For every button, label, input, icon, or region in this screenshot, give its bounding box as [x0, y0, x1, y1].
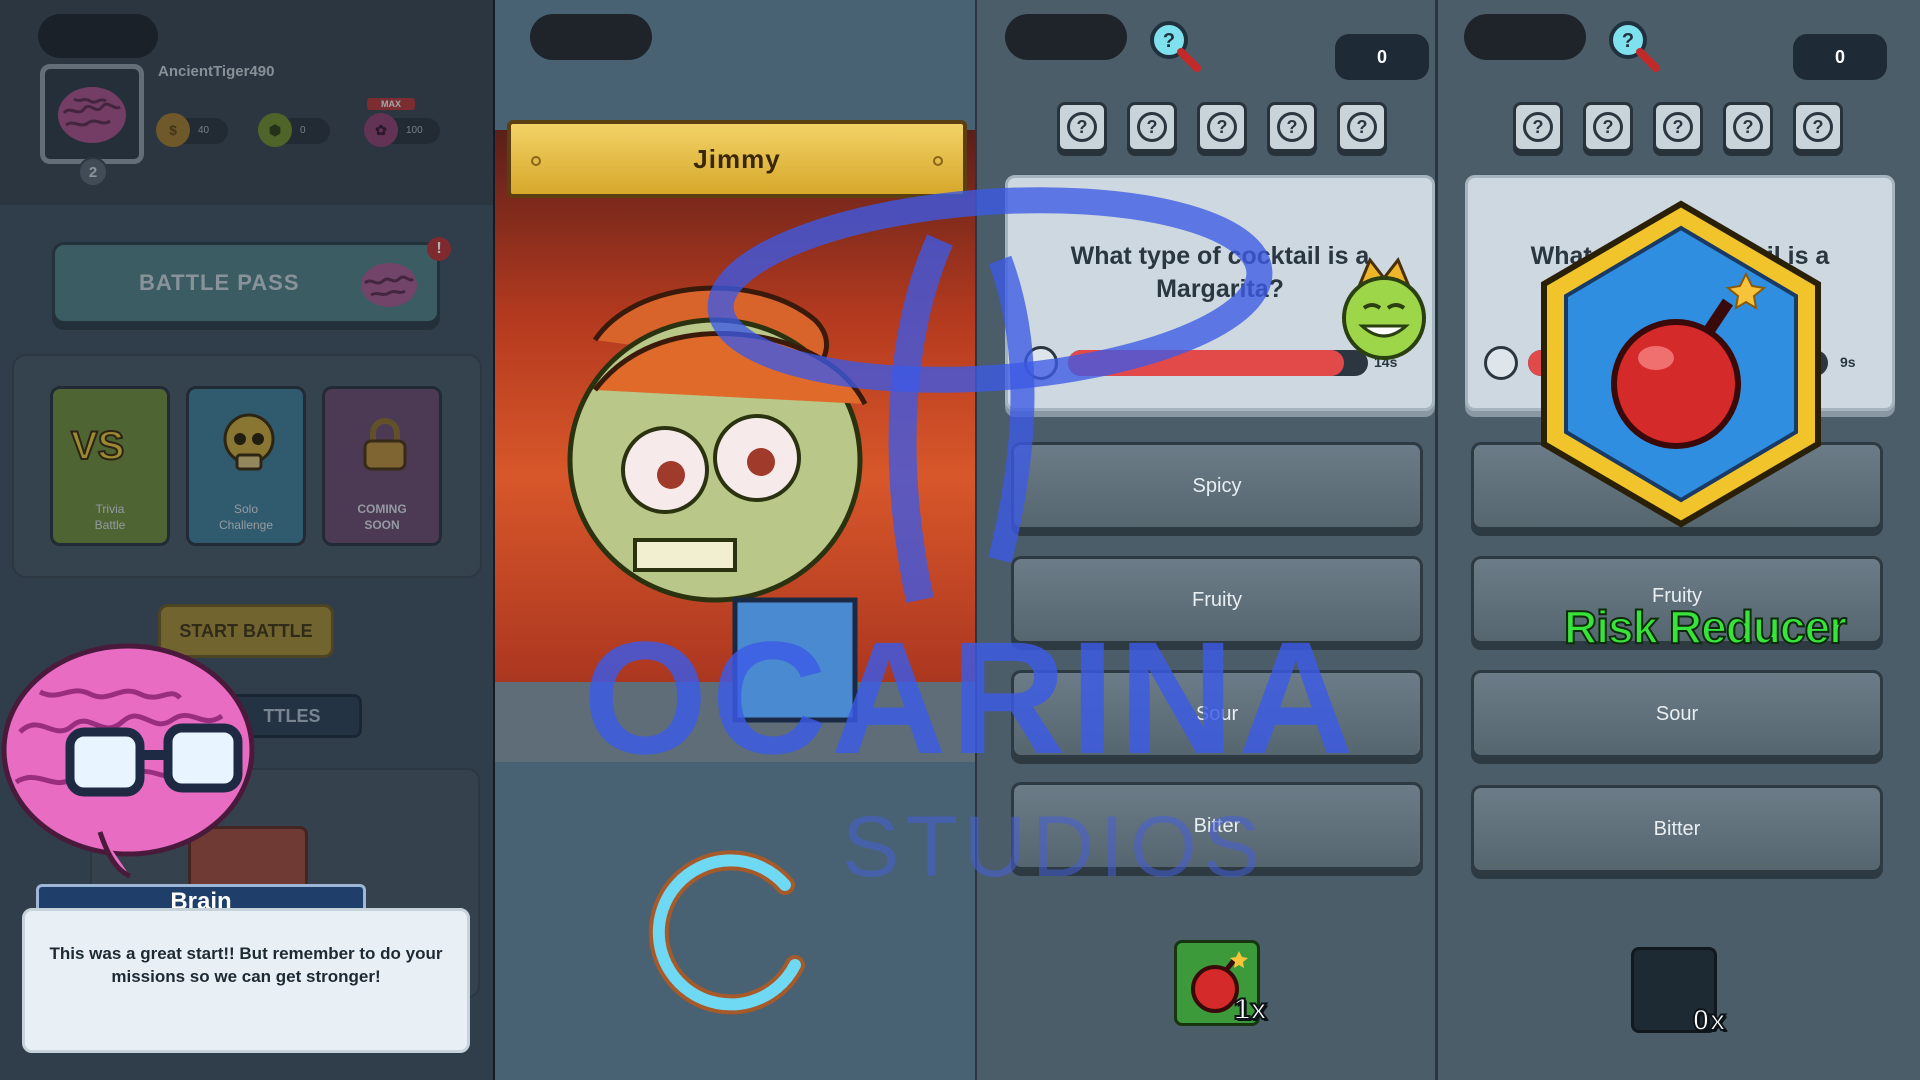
- character-intro-panel: Jimmy: [495, 0, 975, 1080]
- battle-pass-label: BATTLE PASS: [139, 270, 300, 295]
- brain-character-icon: [1, 643, 255, 879]
- hint-magnifier-icon[interactable]: ?: [1606, 18, 1662, 74]
- question-mark-icon: ?: [1663, 112, 1693, 142]
- answer-button[interactable]: Bitter: [1471, 785, 1883, 873]
- answer-button[interactable]: Bitter: [1011, 782, 1423, 870]
- timer-label: 9s: [1840, 354, 1856, 370]
- svg-text:?: ?: [1163, 30, 1175, 52]
- hint-slot[interactable]: ?: [1267, 102, 1317, 152]
- zombie-character-icon: [567, 285, 868, 723]
- hint-slots: ? ? ? ? ?: [1057, 102, 1387, 152]
- coin-value: 40: [198, 125, 210, 136]
- battle-pass-alert-badge: !: [427, 237, 451, 261]
- hint-slot[interactable]: ?: [1057, 102, 1107, 152]
- hint-slot[interactable]: ?: [1197, 102, 1247, 152]
- answer-button[interactable]: Fruity: [1011, 556, 1423, 644]
- coin-balance: $ 40: [156, 113, 228, 147]
- camera-notch: [1464, 14, 1586, 60]
- brain-avatar-icon: [58, 87, 126, 143]
- mode-coming-soon: COMING SOON: [322, 386, 442, 546]
- brain-energy-icon: ✿: [364, 113, 398, 147]
- answer-button[interactable]: Sour: [1011, 670, 1423, 758]
- mode-solo-challenge[interactable]: Solo Challenge: [186, 386, 306, 546]
- battle-pass-button[interactable]: BATTLE PASS: [52, 242, 440, 324]
- question-mark-icon: ?: [1733, 112, 1763, 142]
- hint-slot[interactable]: ?: [1513, 102, 1563, 152]
- question-mark-icon: ?: [1277, 112, 1307, 142]
- hint-slot[interactable]: ?: [1793, 102, 1843, 152]
- energy-value: 100: [406, 125, 423, 136]
- username-label: AncientTiger490: [158, 63, 275, 80]
- question-mark-icon: ?: [1347, 112, 1377, 142]
- hint-slots: ? ? ? ? ?: [1513, 102, 1843, 152]
- question-mark-icon: ?: [1207, 112, 1237, 142]
- powerup-count: 1x: [1233, 992, 1268, 1027]
- avatar[interactable]: [40, 64, 144, 164]
- powerup-name-label: Risk Reducer: [1563, 600, 1848, 654]
- vs-icon: VS: [70, 423, 125, 469]
- hint-slot[interactable]: ?: [1583, 102, 1633, 152]
- banner-rivet: [531, 156, 541, 166]
- banner-rivet: [933, 156, 943, 166]
- timer-fill: [1068, 350, 1344, 376]
- brain-icon: [361, 263, 417, 307]
- mode-label: Trivia Battle: [94, 501, 126, 532]
- camera-notch: [1005, 14, 1127, 60]
- answer-button[interactable]: Sour: [1471, 670, 1883, 758]
- camera-notch: [38, 14, 158, 58]
- mode-trivia-battle[interactable]: VS Trivia Battle: [50, 386, 170, 546]
- svg-text:?: ?: [1622, 30, 1634, 52]
- king-emoji-icon: [1342, 257, 1426, 360]
- character-name: Jimmy: [693, 143, 781, 174]
- mode-label: COMING SOON: [357, 501, 407, 532]
- coin-icon: $: [156, 113, 190, 147]
- question-mark-icon: ?: [1803, 112, 1833, 142]
- hint-magnifier-icon[interactable]: ?: [1147, 18, 1203, 74]
- powerup-panel: ? 0 ? ? ? ? ? What type of cocktail is a…: [1435, 0, 1920, 1080]
- loading-spinner-icon: [648, 850, 805, 1015]
- gem-value: 0: [300, 125, 306, 136]
- question-panel: ? 0 ? ? ? ? ? What type of cocktail is a…: [975, 0, 1435, 1080]
- powerup-slot[interactable]: 1x: [1174, 940, 1268, 1027]
- home-screen-panel: 2 AncientTiger490 $ 40 ⬢ 0 MAX ✿ 100 BAT…: [0, 0, 495, 1080]
- hint-slot[interactable]: ?: [1723, 102, 1773, 152]
- gem-balance: ⬢ 0: [258, 113, 330, 147]
- character-name-banner: Jimmy: [507, 120, 967, 198]
- game-mode-selector: VS Trivia Battle Solo Challenge COMING S…: [12, 354, 482, 578]
- camera-notch: [530, 14, 652, 60]
- question-mark-icon: ?: [1137, 112, 1167, 142]
- hint-slot[interactable]: ?: [1337, 102, 1387, 152]
- question-card: What type of cocktail is a Margarita? 14…: [1005, 175, 1435, 411]
- dialog-box[interactable]: This was a great start!! But remember to…: [22, 908, 470, 1053]
- energy-balance: ✿ 100: [364, 113, 440, 147]
- mode-label: Solo Challenge: [218, 501, 274, 532]
- question-mark-icon: ?: [1523, 112, 1553, 142]
- question-mark-icon: ?: [1067, 112, 1097, 142]
- hint-slot[interactable]: ?: [1127, 102, 1177, 152]
- question-mark-icon: ?: [1593, 112, 1623, 142]
- timer-bar: [1068, 350, 1368, 376]
- level-badge: 2: [78, 157, 108, 187]
- skull-icon: [223, 413, 275, 471]
- gem-icon: ⬢: [258, 113, 292, 147]
- clock-icon: [1024, 346, 1058, 380]
- powerup-count: 0x: [1692, 1003, 1727, 1038]
- clock-icon: [1484, 346, 1518, 380]
- hint-slot[interactable]: ?: [1653, 102, 1703, 152]
- answer-button[interactable]: Spicy: [1011, 442, 1423, 530]
- score-counter: 0: [1335, 34, 1429, 80]
- score-counter: 0: [1793, 34, 1887, 80]
- risk-reducer-badge-icon: [1541, 200, 1821, 528]
- max-tag: MAX: [367, 98, 415, 110]
- powerup-slot[interactable]: 0x: [1631, 947, 1727, 1038]
- lock-icon: [363, 418, 407, 471]
